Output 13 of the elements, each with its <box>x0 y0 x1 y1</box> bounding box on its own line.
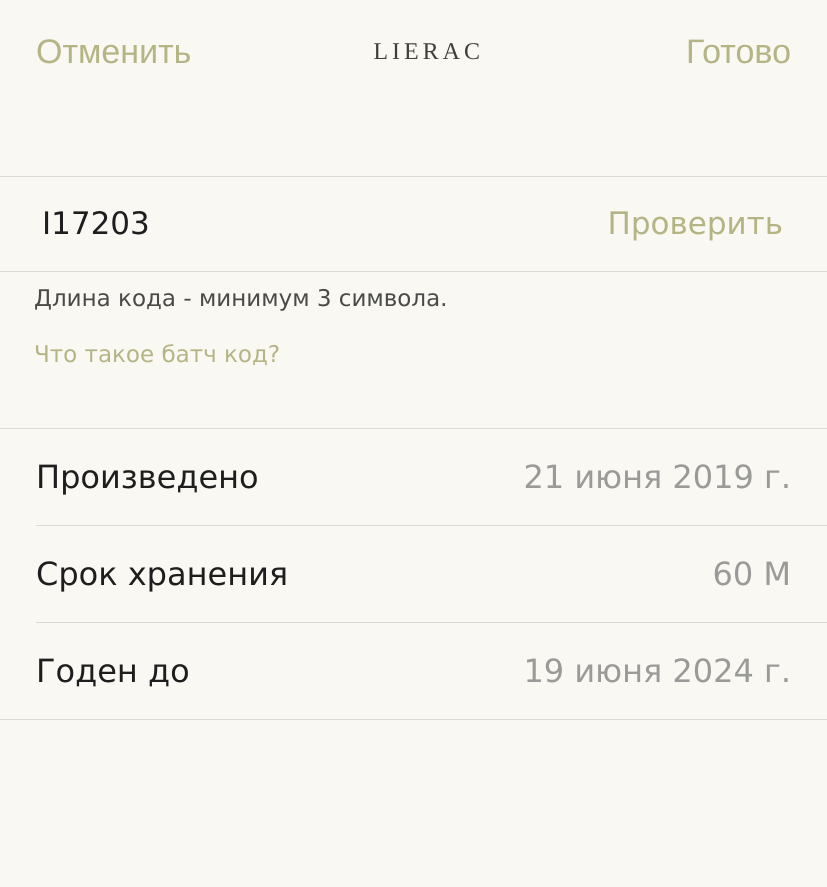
detail-value: 60 М <box>712 555 791 593</box>
hint-text: Длина кода - минимум 3 символа. <box>34 286 448 312</box>
cancel-button[interactable]: Отменить <box>36 32 192 72</box>
detail-label: Срок хранения <box>36 555 288 593</box>
detail-label: Годен до <box>36 652 190 690</box>
detail-label: Произведено <box>36 458 259 496</box>
brand-logo: LIERAC <box>373 38 484 66</box>
help-link[interactable]: Что такое батч код? <box>34 342 280 368</box>
done-button[interactable]: Готово <box>686 32 791 72</box>
code-input-field[interactable]: I17203 <box>42 206 342 242</box>
detail-value: 21 июня 2019 г. <box>523 458 791 496</box>
detail-value: 19 июня 2024 г. <box>523 652 791 690</box>
check-button[interactable]: Проверить <box>608 206 783 242</box>
